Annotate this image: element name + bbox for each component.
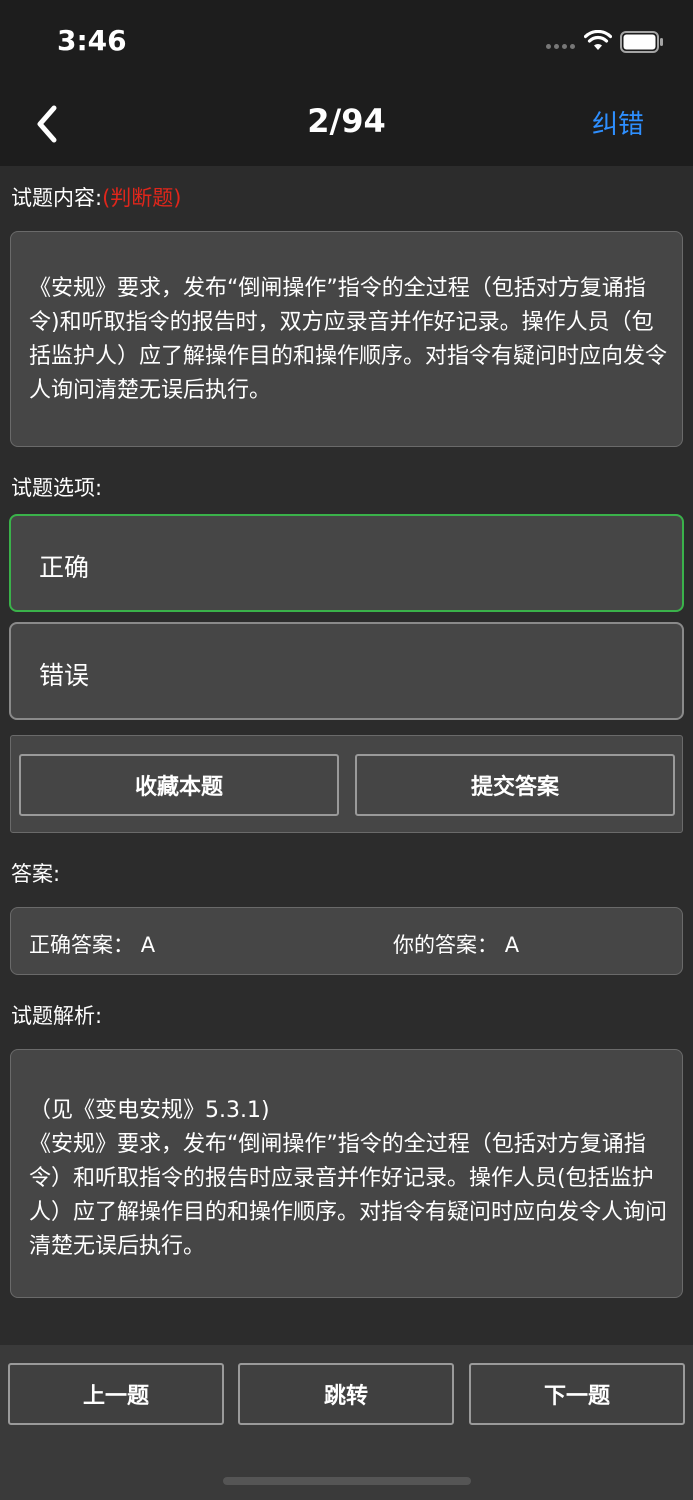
home-indicator[interactable]: [223, 1477, 471, 1485]
your-answer-label: 你的答案：: [393, 933, 498, 957]
options-label: 试题选项:: [11, 476, 103, 500]
analysis-text: （见《变电安规》5.3.1) 《安规》要求，发布“倒闸操作”指令的全过程（包括对…: [29, 1098, 668, 1259]
wifi-icon: [584, 30, 612, 50]
question-text: 《安规》要求，发布“倒闸操作”指令的全过程（包括对方复诵指令)和听取指令的报告时…: [29, 276, 668, 403]
submit-answer-button[interactable]: 提交答案: [355, 754, 675, 816]
correct-answer-label: 正确答案：: [29, 933, 134, 957]
cellular-signal-icon: [546, 44, 575, 49]
navigation-bar: 2/94 纠错: [0, 84, 693, 166]
jump-button[interactable]: 跳转: [238, 1363, 454, 1425]
question-content-label: 试题内容:(判断题): [11, 182, 181, 212]
question-panel: 《安规》要求，发布“倒闸操作”指令的全过程（包括对方复诵指令)和听取指令的报告时…: [10, 231, 683, 447]
analysis-label: 试题解析:: [11, 1004, 103, 1028]
answer-panel: 正确答案： A 你的答案： A: [10, 907, 683, 975]
favorite-button[interactable]: 收藏本题: [19, 754, 339, 816]
bottom-bar: 上一题 跳转 下一题: [0, 1345, 693, 1500]
option-label: 错误: [39, 661, 90, 690]
correct-answer: 正确答案： A: [29, 929, 155, 959]
answer-label: 答案:: [11, 862, 61, 886]
action-panel: 收藏本题 提交答案: [10, 735, 683, 833]
battery-icon: [620, 31, 663, 53]
option-label: 正确: [39, 553, 90, 582]
option-false[interactable]: 错误: [9, 622, 684, 720]
report-error-button[interactable]: 纠错: [592, 104, 644, 141]
your-answer-value: A: [504, 933, 520, 957]
status-bar: 3:46: [0, 0, 693, 84]
analysis-panel: （见《变电安规》5.3.1) 《安规》要求，发布“倒闸操作”指令的全过程（包括对…: [10, 1049, 683, 1298]
previous-question-button[interactable]: 上一题: [8, 1363, 224, 1425]
option-true[interactable]: 正确: [9, 514, 684, 612]
question-counter: 2/94: [307, 102, 386, 140]
correct-answer-value: A: [140, 933, 156, 957]
question-label-text: 试题内容:: [11, 186, 103, 210]
status-time: 3:46: [57, 24, 127, 57]
next-question-button[interactable]: 下一题: [469, 1363, 685, 1425]
question-type-label: (判断题): [102, 186, 182, 210]
your-answer: 你的答案： A: [393, 929, 519, 959]
